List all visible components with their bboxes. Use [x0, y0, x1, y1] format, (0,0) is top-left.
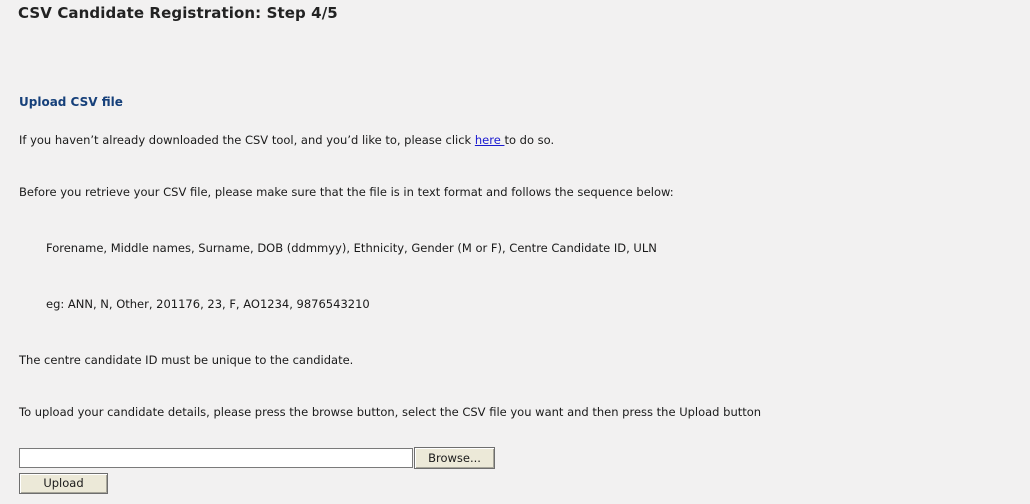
download-text-before: If you haven’t already downloaded the CS…: [19, 133, 475, 147]
page-title: CSV Candidate Registration: Step 4/5: [18, 4, 338, 22]
upload-button[interactable]: Upload: [19, 473, 108, 494]
download-here-link[interactable]: here: [475, 133, 505, 147]
sequence-fields-text: Forename, Middle names, Surname, DOB (dd…: [46, 241, 657, 255]
page: CSV Candidate Registration: Step 4/5 Upl…: [0, 0, 1030, 504]
unique-id-note: The centre candidate ID must be unique t…: [19, 353, 354, 367]
download-tool-text: If you haven’t already downloaded the CS…: [19, 133, 554, 147]
section-heading: Upload CSV file: [19, 95, 123, 109]
sequence-example-text: eg: ANN, N, Other, 201176, 23, F, AO1234…: [46, 297, 370, 311]
csv-file-path-field[interactable]: [19, 448, 413, 468]
sequence-intro-text: Before you retrieve your CSV file, pleas…: [19, 185, 674, 199]
download-text-after: to do so.: [504, 133, 555, 147]
upload-instructions-text: To upload your candidate details, please…: [19, 405, 762, 419]
browse-button[interactable]: Browse...: [414, 447, 495, 469]
